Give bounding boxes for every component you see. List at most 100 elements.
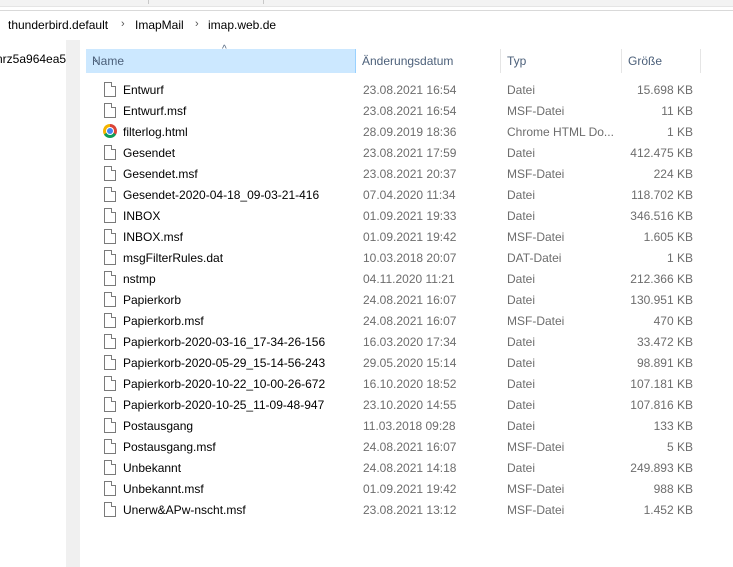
file-row[interactable]: Papierkorb-2020-05-29_15-14-56-243 29.05.… [86,352,706,373]
file-size: 1.605 KB [643,230,693,244]
file-date: 01.09.2021 19:33 [363,209,457,223]
file-row[interactable]: msgFilterRules.dat 10.03.2018 20:07 DAT-Da… [86,247,706,268]
file-row[interactable]: INBOX.msf 01.09.2021 19:42 MSF-Datei 1.605 … [86,226,706,247]
file-size: 33.472 KB [636,335,693,349]
chevron-down-icon[interactable]: ⌄ [92,54,352,65]
file-date: 01.09.2021 19:42 [363,482,457,496]
file-type: Datei [507,356,536,370]
file-icon [104,334,116,349]
file-date: 16.10.2020 18:52 [363,377,457,391]
file-date: 04.11.2020 11:21 [363,272,455,286]
column-header-date[interactable]: Änderungsdatum [356,49,501,73]
file-row[interactable]: Gesendet-2020-04-18_09-03-21-416 07.04.20… [86,184,706,205]
file-size: 1.452 KB [643,503,693,517]
navigation-scrollbar[interactable] [66,40,80,567]
chevron-right-icon[interactable]: › [195,18,199,30]
file-type: Datei [507,146,536,160]
file-row[interactable]: Papierkorb 24.08.2021 16:07 Datei 130.951 K… [86,289,706,310]
file-row[interactable]: nstmp 04.11.2020 11:21 Datei 212.366 KB [86,268,706,289]
file-date: 23.10.2020 14:55 [363,398,457,412]
file-name: Gesendet [123,146,176,160]
file-type: Datei [507,461,536,475]
file-type: MSF-Datei [507,104,565,118]
file-date: 11.03.2018 09:28 [363,419,456,433]
navigation-pane: nrz5a964ea5 [0,40,66,567]
file-date: 23.08.2021 16:54 [363,83,457,97]
breadcrumb-item[interactable]: ImapMail [135,18,184,32]
chrome-icon [103,124,117,138]
file-date: 24.08.2021 16:07 [363,293,457,307]
file-name: Postausgang.msf [123,440,216,454]
column-header-size[interactable]: Größe [622,49,701,73]
column-header-type[interactable]: Typ [501,49,622,73]
file-type: MSF-Datei [507,482,565,496]
file-row[interactable]: INBOX 01.09.2021 19:33 Datei 346.516 KB [86,205,706,226]
file-date: 23.08.2021 17:59 [363,146,457,160]
file-row[interactable]: Unbekannt.msf 01.09.2021 19:42 MSF-Datei 98… [86,478,706,499]
file-size: 133 KB [653,419,693,433]
file-row[interactable]: Unbekannt 24.08.2021 14:18 Datei 249.893 KB [86,457,706,478]
file-date: 23.08.2021 13:12 [363,503,457,517]
file-name: Unerw&APw-nscht.msf [123,503,246,517]
file-name: INBOX [123,209,161,223]
file-row[interactable]: Entwurf.msf 23.08.2021 16:54 MSF-Datei 11 K… [86,100,706,121]
file-type: MSF-Datei [507,314,565,328]
breadcrumb-item[interactable]: imap.web.de [208,18,276,32]
file-icon [104,145,116,160]
file-row[interactable]: Gesendet.msf 23.08.2021 20:37 MSF-Datei 224… [86,163,706,184]
file-icon [104,355,116,370]
ribbon-edge [0,0,733,7]
file-icon [104,187,116,202]
file-type: MSF-Datei [507,167,565,181]
column-header-name[interactable]: ^ Name ⌄ [86,44,356,73]
file-date: 24.08.2021 16:07 [363,440,457,454]
file-type: Datei [507,83,536,97]
file-row[interactable]: Papierkorb-2020-10-22_10-00-26-672 16.10.… [86,373,706,394]
file-type: Datei [507,335,536,349]
nav-tree-item[interactable]: nrz5a964ea5 [0,52,66,66]
file-size: 249.893 KB [630,461,693,475]
breadcrumb-item[interactable]: thunderbird.default [8,18,108,32]
file-type: MSF-Datei [507,230,565,244]
file-row[interactable]: filterlog.html 28.09.2019 18:36 Chrome HTM… [86,121,706,142]
file-name: Entwurf [123,83,164,97]
file-size: 98.891 KB [636,356,693,370]
file-icon [104,208,116,223]
file-row[interactable]: Entwurf 23.08.2021 16:54 Datei 15.698 KB [86,79,706,100]
file-type: Datei [507,188,536,202]
file-type: Datei [507,398,536,412]
file-name: Entwurf.msf [123,104,187,118]
file-name: INBOX.msf [123,230,184,244]
chevron-right-icon[interactable]: › [121,18,125,30]
file-name: Papierkorb-2020-03-16_17-34-26-156 [123,335,326,349]
file-row[interactable]: Postausgang.msf 24.08.2021 16:07 MSF-Datei… [86,436,706,457]
file-size: 470 KB [653,314,693,328]
file-row[interactable]: Postausgang 11.03.2018 09:28 Datei 133 KB [86,415,706,436]
file-name: Gesendet-2020-04-18_09-03-21-416 [123,188,320,202]
file-type: MSF-Datei [507,503,565,517]
file-icon [104,460,116,475]
file-date: 23.08.2021 16:54 [363,104,457,118]
column-header-label: Größe [628,54,663,68]
file-type: Datei [507,377,536,391]
file-row[interactable]: Papierkorb-2020-10-25_11-09-48-947 23.10.… [86,394,706,415]
file-size: 1 KB [666,125,693,139]
file-type: Datei [507,419,536,433]
file-size: 212.366 KB [630,272,693,286]
file-name: msgFilterRules.dat [123,251,224,265]
file-name: Papierkorb.msf [123,314,204,328]
file-name: filterlog.html [123,125,188,139]
file-icon [104,271,116,286]
file-icon [104,313,116,328]
file-size: 1 KB [666,251,693,265]
file-date: 29.05.2020 15:14 [363,356,457,370]
file-row[interactable]: Unerw&APw-nscht.msf 23.08.2021 13:12 MSF-D… [86,499,706,520]
file-name: Papierkorb [123,293,182,307]
file-row[interactable]: Papierkorb-2020-03-16_17-34-26-156 16.03.… [86,331,706,352]
file-icon [104,397,116,412]
address-bar[interactable]: thunderbird.default › ImapMail › imap.we… [0,10,733,41]
file-row[interactable]: Papierkorb.msf 24.08.2021 16:07 MSF-Datei 4… [86,310,706,331]
file-row[interactable]: Gesendet 23.08.2021 17:59 Datei 412.475 KB [86,142,706,163]
file-icon [104,82,116,97]
file-icon [104,103,116,118]
